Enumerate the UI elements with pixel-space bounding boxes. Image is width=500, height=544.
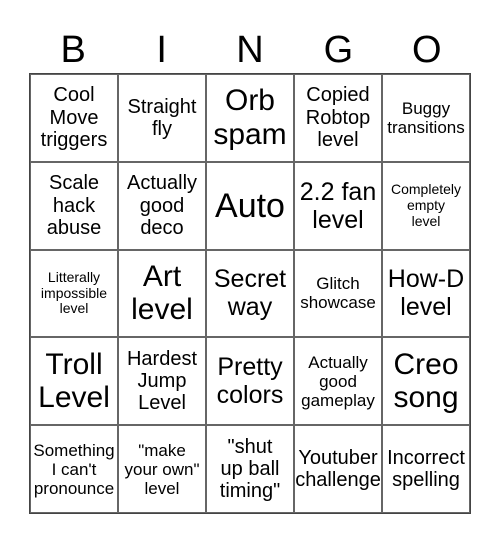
bingo-cell[interactable]: Completely empty level <box>382 161 470 250</box>
bingo-cell-label: Hardest Jump Level <box>126 347 198 415</box>
bingo-cell[interactable]: Youtuber challenge <box>294 425 382 513</box>
header-letter-i: I <box>156 29 167 71</box>
bingo-cell-label: Secret way <box>213 265 287 322</box>
bingo-cell-label: Straight fly <box>127 95 197 140</box>
bingo-cell-label: How-D level <box>387 265 465 322</box>
bingo-cell-label: Youtuber challenge <box>295 446 381 492</box>
bingo-cell-label: Glitch showcase <box>300 274 376 313</box>
bingo-cell[interactable]: Actually good deco <box>118 161 206 250</box>
bingo-cell-label: Something I can't pronounce <box>33 440 115 498</box>
bingo-cell-label: Completely empty level <box>390 181 462 229</box>
bingo-cell[interactable]: Buggy transitions <box>382 74 470 162</box>
bingo-cell-label: Creo song <box>393 347 459 415</box>
bingo-cell[interactable]: Hardest Jump Level <box>118 337 206 426</box>
bingo-cell-label: Buggy transitions <box>387 98 465 137</box>
bingo-cell[interactable]: Something I can't pronounce <box>30 425 118 513</box>
bingo-cell[interactable]: Orb spam <box>206 74 294 162</box>
bingo-cell[interactable]: "make your own" level <box>118 425 206 513</box>
header-letter-g: G <box>323 29 354 71</box>
bingo-cell[interactable]: 2.2 fan level <box>294 161 382 250</box>
bingo-cell[interactable]: Litterally impossible level <box>30 249 118 338</box>
bingo-cell[interactable]: Creo song <box>382 337 470 426</box>
bingo-cell[interactable]: Troll Level <box>30 337 118 426</box>
bingo-cell-label: Cool Move triggers <box>40 84 108 152</box>
header-letter-b: B <box>60 29 86 71</box>
header-letter-o: O <box>412 29 442 71</box>
bingo-cell-label: Art level <box>131 259 193 327</box>
bingo-cell-label: Troll Level <box>38 347 110 415</box>
bingo-grid: Cool Move triggers Straight fly Orb spam Co… <box>29 73 471 514</box>
bingo-cell-label: Pretty colors <box>216 353 284 410</box>
bingo-cell[interactable]: Incorrect spelling <box>382 425 470 513</box>
bingo-cell[interactable]: Secret way <box>206 249 294 338</box>
bingo-cell-label: Litterally impossible level <box>40 268 108 317</box>
bingo-cell[interactable]: Straight fly <box>118 74 206 162</box>
bingo-cell[interactable]: Glitch showcase <box>294 249 382 338</box>
bingo-cell[interactable]: Art level <box>118 249 206 338</box>
bingo-cell-label: 2.2 fan level <box>299 177 377 234</box>
bingo-cell[interactable]: How-D level <box>382 249 470 338</box>
bingo-header: B I N G O <box>29 28 471 73</box>
bingo-cell[interactable]: Auto <box>206 161 294 250</box>
bingo-cell-label: "shut up ball timing" <box>219 435 281 503</box>
bingo-cell-label: Actually good deco <box>126 172 198 239</box>
header-letter-n: N <box>236 29 264 71</box>
bingo-cell-label: Incorrect spelling <box>387 446 465 492</box>
bingo-cell[interactable]: Copied Robtop level <box>294 74 382 162</box>
bingo-cell-label: "make your own" level <box>124 440 200 498</box>
bingo-cell-label: Copied Robtop level <box>305 84 371 152</box>
bingo-cell-label: Actually good gameplay <box>301 352 375 410</box>
bingo-cell[interactable]: Pretty colors <box>206 337 294 426</box>
bingo-cell[interactable]: Scale hack abuse <box>30 161 118 250</box>
bingo-cell[interactable]: Actually good gameplay <box>294 337 382 426</box>
bingo-cell-label: Auto <box>215 186 285 225</box>
bingo-cell-label: Orb spam <box>213 84 287 151</box>
bingo-cell[interactable]: "shut up ball timing" <box>206 425 294 513</box>
bingo-cell[interactable]: Cool Move triggers <box>30 74 118 162</box>
bingo-cell-label: Scale hack abuse <box>46 172 102 239</box>
